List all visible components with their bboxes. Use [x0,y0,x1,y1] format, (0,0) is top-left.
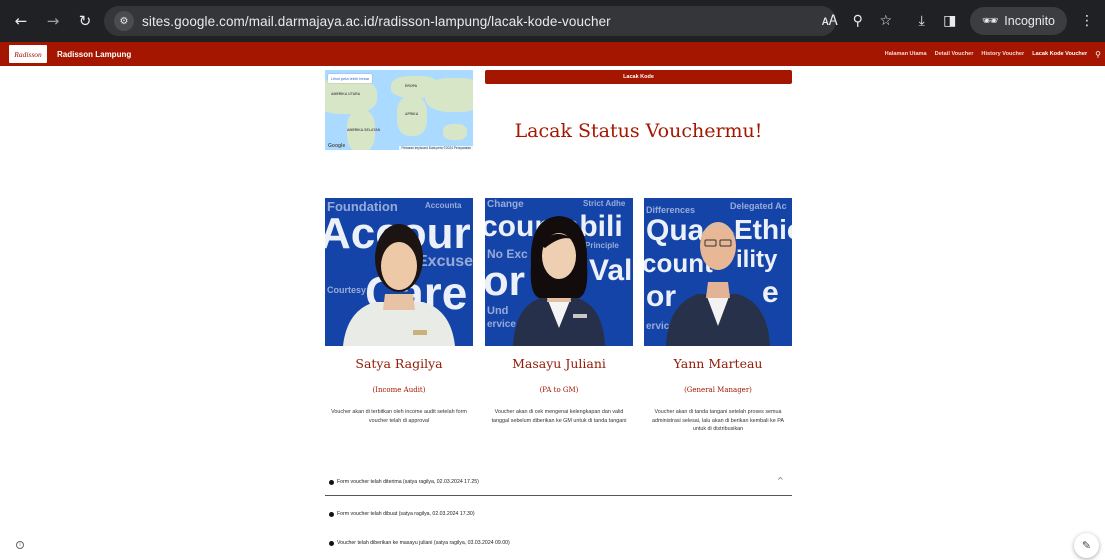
bullet-icon [329,511,334,517]
back-icon[interactable]: ← [8,8,34,34]
site-info-icon[interactable]: ⚙ [114,11,134,31]
download-icon[interactable]: ⤓ [908,7,936,35]
profile-role: (Income Audit) [372,386,426,394]
person-silhouette [513,216,605,346]
menu-history-voucher[interactable]: History Voucher [981,51,1024,57]
more-menu-icon[interactable]: ⋮ [1073,7,1101,35]
timeline-text: Form voucher telah diterima (satya ragil… [337,479,479,485]
profile-photo: Foundation Accounta Accour Excuse Courte… [325,198,473,346]
chevron-up-icon[interactable]: ^ [777,476,784,485]
timeline-text: Voucher telah diberikan ke masayu julian… [337,540,510,546]
bullet-icon [329,540,334,546]
site-navbar: Radisson Radisson Lampung Halaman Utama … [0,42,1105,66]
edit-pencil-icon[interactable]: ✎ [1074,533,1099,558]
address-bar[interactable]: ⚙ sites.google.com/mail.darmajaya.ac.id/… [104,6,836,36]
profile-description: Voucher akan di terbitkan oleh income au… [331,409,467,424]
url-text[interactable]: sites.google.com/mail.darmajaya.ac.id/ra… [142,14,611,29]
person-silhouette [666,222,770,346]
profile-card: Foundation Accounta Accour Excuse Courte… [325,198,473,425]
timeline-item[interactable]: Form voucher telah diterima (satya ragil… [329,479,479,485]
embedded-map[interactable]: AMERIKA UTARA EROPA AFRIKA AMERIKA SELAT… [325,70,473,150]
page-heading: Lacak Status Vouchermu! [514,120,763,142]
menu-detail-voucher[interactable]: Detail Voucher [935,51,974,57]
bullet-icon [329,479,334,485]
lacak-kode-button[interactable]: Lacak Kode [485,70,792,84]
profile-role: (General Manager) [684,386,752,394]
side-panel-icon[interactable]: ◨ [936,7,964,35]
translate-icon[interactable]: 🗚 [816,7,844,35]
google-logo: Google [328,143,346,149]
profile-card: Differences Delegated Ac Qua Ethic count… [644,198,792,434]
site-menu: Halaman Utama Detail Voucher History Vou… [885,42,1101,66]
map-label: AFRIKA [405,112,419,116]
divider [325,495,792,496]
timeline-item[interactable]: Voucher telah diberikan ke masayu julian… [329,540,510,546]
profile-name: Masayu Juliani [512,356,606,371]
profile-description: Voucher akan di cek mengenai kelengkapan… [491,409,627,424]
map-attribution[interactable]: Pintasan keyboard Data peta ©2024 Persya… [399,146,473,150]
profile-photo: Differences Delegated Ac Qua Ethic count… [644,198,792,346]
map-label: AMERIKA UTARA [331,92,361,96]
profile-card: Change Strict Adhe countabili No Exc Pri… [485,198,633,425]
timeline-text: Form voucher telah dibuat (satya ragilya… [337,511,475,517]
incognito-badge[interactable]: 🕶 Incognito [969,7,1067,35]
map-label: EROPA [405,84,418,88]
profile-description: Voucher akan di tanda tangani setelah pr… [651,409,785,432]
browser-toolbar: ← → ↻ ⚙ sites.google.com/mail.darmajaya.… [0,0,1105,42]
forward-icon[interactable]: → [40,8,66,34]
timeline-item[interactable]: Form voucher telah dibuat (satya ragilya… [329,511,475,517]
incognito-icon: 🕶 [981,13,999,29]
profile-role: (PA to GM) [539,386,579,394]
bookmark-star-icon[interactable]: ☆ [872,7,900,35]
view-larger-map-link[interactable]: Lihat peta lebih besar [328,74,373,83]
info-icon[interactable]: i [16,541,24,549]
search-icon[interactable]: ⚲ [1095,50,1101,59]
person-silhouette [343,224,455,346]
profile-name: Yann Marteau [673,356,763,371]
reload-icon[interactable]: ↻ [72,8,98,34]
profile-name: Satya Ragilya [355,356,443,371]
radisson-logo[interactable]: Radisson [9,45,47,63]
site-brand[interactable]: Radisson Lampung [57,50,131,59]
menu-halaman-utama[interactable]: Halaman Utama [885,51,927,57]
map-label: AMERIKA SELATAN [347,128,381,132]
profile-photo: Change Strict Adhe countabili No Exc Pri… [485,198,633,346]
incognito-label: Incognito [1004,14,1055,28]
menu-lacak-kode-voucher[interactable]: Lacak Kode Voucher [1032,51,1087,57]
zoom-icon[interactable]: ⚲ [844,7,872,35]
